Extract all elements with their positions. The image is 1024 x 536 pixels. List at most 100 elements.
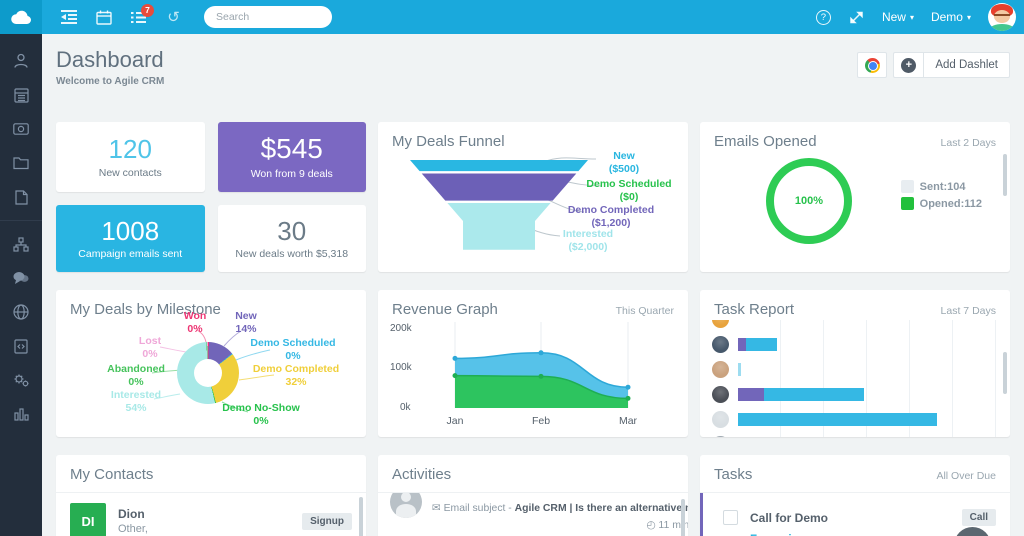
sidebar-item-contacts[interactable] [0,44,42,78]
gears-icon [13,373,30,388]
chat-icon [13,271,29,285]
menu-icon[interactable] [60,9,77,26]
sidebar-item-documents[interactable] [0,146,42,180]
file-code-icon [14,339,28,354]
cloud-icon [10,10,32,25]
widget-scrollbar[interactable] [681,499,685,536]
help-icon[interactable]: ? [816,10,831,25]
contact-name[interactable]: Dion [118,507,148,521]
task-report-widget: Task ReportLast 7 Days [700,290,1010,437]
task-report-row[interactable] [712,407,1000,432]
legend-swatch [901,180,914,193]
calendar-icon[interactable] [95,9,112,26]
tasks-filter[interactable]: All Over Due [936,470,996,482]
new-menu-label: New [882,10,906,24]
add-dashlet-button[interactable]: Add Dashlet [923,52,1010,78]
y-tick: 100k [390,362,412,373]
widget-title: Task Report [714,301,794,318]
widget-title: Tasks [714,466,752,483]
revenue-series [453,350,631,408]
sidebar-item-conversations[interactable] [0,261,42,295]
widget-scrollbar[interactable] [359,497,363,536]
stat-new-deals[interactable]: 30New deals worth $5,318 [218,205,367,272]
widget-scrollbar[interactable] [1003,154,1007,196]
add-widget-button[interactable]: + [893,52,923,78]
widget-title: Emails Opened [714,133,817,150]
contact-tag-badge[interactable]: Signup [302,513,352,530]
new-menu[interactable]: New▾ [882,10,914,24]
sidebar-item-web[interactable] [0,295,42,329]
sidebar-item-notes[interactable] [0,180,42,214]
assignee-avatar [712,336,729,353]
sidebar-item-reports[interactable] [0,397,42,431]
funnel-stage-label: Demo Completed($1,200) [568,204,654,230]
widget-scrollbar[interactable] [1003,352,1007,394]
emails-legend: Sent:104 Opened:112 [901,180,982,214]
search-input[interactable] [216,11,351,23]
bar-chart-icon [14,407,29,421]
x-tick: Jan [447,415,464,427]
globe-icon [13,304,29,320]
tasks-icon[interactable]: 7 [130,9,147,26]
task-report-row[interactable] [712,382,1000,407]
task-report-row[interactable] [712,332,1000,357]
left-sidebar [0,34,42,536]
user-avatar[interactable] [988,3,1016,31]
task-checkbox[interactable] [723,510,738,525]
user-icon [13,53,29,69]
sidebar-item-forms[interactable] [0,329,42,363]
donut-center-label: 100% [795,195,823,207]
chrome-extension-button[interactable] [857,52,887,78]
funnel-stage-label: Demo Scheduled($0) [586,178,671,204]
task-type-badge: Call [962,509,996,526]
task-report-row[interactable] [712,320,1000,332]
y-tick: 200k [390,323,412,334]
notification-badge: 7 [141,4,154,17]
legend-item: Opened:112 [901,197,982,210]
stat-value: $545 [261,134,323,165]
page-title: Dashboard [56,47,164,73]
top-navbar: 7 ↺ ? New▾ Demo▾ [0,0,1024,34]
milestone-label: Interested54% [111,389,161,415]
sidebar-item-companies[interactable] [0,78,42,112]
contact-avatar: DI [70,503,106,536]
expand-icon[interactable] [848,9,865,26]
sidebar-item-settings[interactable] [0,363,42,397]
task-report-chart[interactable] [712,320,1000,437]
emails-donut-chart[interactable]: 100% [766,158,852,244]
revenue-graph-widget: Revenue GraphThis Quarter 200k 100k 0k J… [378,290,688,437]
sidebar-divider [0,220,42,221]
stat-campaign-emails[interactable]: 1008Campaign emails sent [56,205,205,272]
history-icon[interactable]: ↺ [165,9,182,26]
page-header: Dashboard Welcome to Agile CRM + Add Das… [56,34,1010,122]
assignee-avatar [712,320,729,328]
stat-won-deals[interactable]: $545 Won from 9 deals [218,122,367,192]
contact-row[interactable]: DI Dion Other, Signup [56,493,366,536]
stats-widget: 120New contacts $545 Won from 9 deals 100… [56,122,366,272]
stat-label: Won from 9 deals [251,168,333,180]
milestone-label: Demo Scheduled0% [250,337,335,363]
legend-swatch [901,197,914,210]
task-report-rows [712,320,1000,437]
stat-new-contacts[interactable]: 120New contacts [56,122,205,192]
sidebar-item-deals[interactable] [0,112,42,146]
sidebar-item-campaigns[interactable] [0,227,42,261]
y-tick: 0k [400,402,411,413]
task-report-row[interactable] [712,432,1000,437]
my-contacts-widget: My Contacts DI Dion Other, Signup [56,455,366,536]
stat-label: Campaign emails sent [78,248,182,260]
search-box[interactable] [204,6,332,28]
file-icon [15,190,28,205]
agile-crm-logo[interactable] [0,0,42,34]
task-report-row[interactable] [712,357,1000,382]
milestone-label: Demo No-Show0% [222,402,300,428]
activities-list: ✉ Email subject - Agile CRM | Is there a… [378,493,688,536]
activity-subject[interactable]: Agile CRM | Is there an alternative numb… [515,503,688,514]
user-menu[interactable]: Demo▾ [931,10,971,24]
activity-item[interactable]: ✉ Email subject - Agile CRM | Is there a… [378,493,688,531]
milestone-donut-chart[interactable] [177,342,239,404]
milestone-label: New14% [235,310,257,336]
activity-prefix: Email subject - [444,503,515,514]
topbar-nav-icons: 7 ↺ [60,9,182,26]
assignee-avatar [712,361,729,378]
